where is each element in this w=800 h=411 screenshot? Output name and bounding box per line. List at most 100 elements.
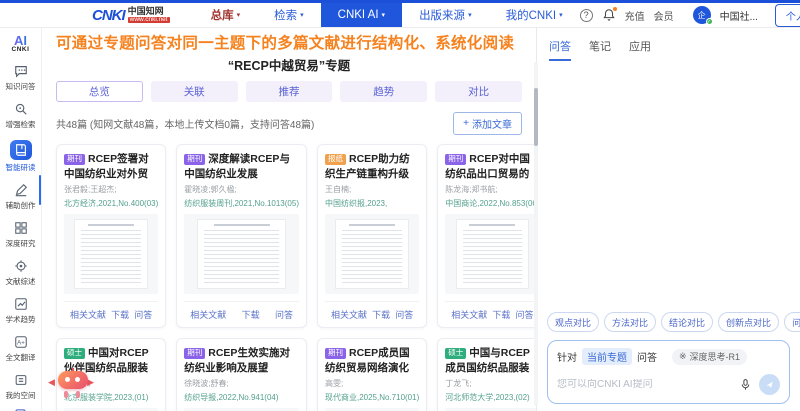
deepthink-model-chip[interactable]: ※ 深度思考-R1 bbox=[672, 349, 747, 365]
sidebar-item-label: 增强检索 bbox=[6, 119, 36, 130]
card-authors: 霍晓凌;郭久楹; bbox=[184, 184, 299, 194]
nav-menu-cnki-ai[interactable]: CNKI AI▾ bbox=[321, 3, 402, 27]
card-title: 硕士中国与RCEP成员国纺织品服装贸易效率及… bbox=[445, 346, 539, 374]
chat-icon bbox=[13, 64, 28, 79]
card-action-下载[interactable]: 下载 bbox=[242, 308, 260, 321]
grid-icon bbox=[13, 221, 28, 236]
sidebar-item-smart-reading[interactable]: 智能研读 bbox=[2, 136, 40, 177]
sidebar-item-label: 文献综述 bbox=[6, 276, 36, 287]
document-card[interactable]: 期刊RCEP成员国纺织贸易网络演化及结构分析高雯;现代商业,2025,No.71… bbox=[317, 338, 427, 411]
card-source: 北方经济,2021,No.400(03) bbox=[64, 198, 158, 208]
compare-chip-创新点对比[interactable]: 创新点对比 bbox=[718, 312, 779, 332]
topic-tab-推荐[interactable]: 推荐 bbox=[246, 81, 333, 102]
chevron-down-icon: ▾ bbox=[237, 11, 241, 19]
compare-chip-方法对比[interactable]: 方法对比 bbox=[604, 312, 656, 332]
compare-chip-观点对比[interactable]: 观点对比 bbox=[547, 312, 599, 332]
card-action-下载[interactable]: 下载 bbox=[492, 308, 510, 321]
nav-menu-zongku[interactable]: 总库▾ bbox=[194, 3, 258, 27]
compare-chips-row: 观点对比方法对比结论对比创新点对比问题对比⌄ bbox=[547, 312, 790, 332]
recharge-link[interactable]: 充值 bbox=[625, 8, 645, 23]
sidebar-item-academic-trends[interactable]: 学术趋势 bbox=[2, 293, 40, 329]
sidebar-item-full-translation[interactable]: A+全文翻译 bbox=[2, 331, 40, 367]
cnki-logo[interactable]: CNKI 中国知网 www.cnki.net bbox=[92, 7, 170, 24]
ai-question-input[interactable] bbox=[557, 379, 732, 390]
panel-tab-问答[interactable]: 问答 bbox=[549, 38, 571, 61]
sidebar-item-enhanced-search[interactable]: 增强检索 bbox=[2, 98, 40, 134]
main-scrollbar[interactable] bbox=[534, 62, 538, 406]
document-card[interactable]: 期刊RCEP生效实施对纺织业影响及展望徐晓波;舒春;纺织导报,2022,No.9… bbox=[176, 338, 307, 411]
chart-icon bbox=[13, 297, 28, 312]
card-authors: 高雯; bbox=[325, 378, 419, 388]
send-button[interactable] bbox=[759, 374, 780, 395]
composer-scope-row: 针对 当前专题 问答 ※ 深度思考-R1 bbox=[557, 348, 780, 365]
left-sidebar: AI CNKI 知识问答增强检索智能研读辅助创作深度研究文献综述学术趋势A+全文… bbox=[0, 28, 42, 411]
document-card[interactable]: 期刊RCEP签署对中国纺织业对外贸易的机遇和…张君毅;王超杰;北方经济,2021… bbox=[56, 144, 166, 328]
right-panel: 问答笔记应用 观点对比方法对比结论对比创新点对比问题对比⌄ 针对 当前专题 问答… bbox=[536, 28, 800, 411]
card-action-相关文献[interactable]: 相关文献 bbox=[451, 308, 487, 321]
robot-mascot[interactable]: ◀ ▶ bbox=[48, 368, 110, 408]
add-article-button[interactable]: + 添加文章 bbox=[453, 112, 522, 135]
nav-menu-my-cnki[interactable]: 我的CNKI▾ bbox=[489, 3, 580, 27]
card-source: 中国纺织报,2023, bbox=[325, 198, 419, 208]
nav-menu-search[interactable]: 检索▾ bbox=[257, 3, 321, 27]
panel-tab-笔记[interactable]: 笔记 bbox=[589, 38, 611, 61]
avatar[interactable]: 企 ✓ bbox=[693, 6, 711, 24]
card-title: 期刊RCEP成员国纺织贸易网络演化及结构分析 bbox=[325, 346, 419, 374]
topic-tab-总览[interactable]: 总览 bbox=[56, 81, 143, 102]
card-action-问答[interactable]: 问答 bbox=[395, 308, 413, 321]
topic-tab-对比[interactable]: 对比 bbox=[435, 81, 522, 102]
account-name[interactable]: 中国社... bbox=[720, 8, 758, 23]
compare-chip-问题对比[interactable]: 问题对比 bbox=[784, 312, 800, 332]
card-source: 中国商论,2022,No.853(06) bbox=[445, 198, 539, 208]
member-link[interactable]: 会员 bbox=[654, 8, 674, 23]
document-count-summary: 共48篇 (知网文献48篇，本地上传文档0篇，支持问答48篇) bbox=[56, 116, 314, 131]
card-action-相关文献[interactable]: 相关文献 bbox=[70, 308, 106, 321]
compare-chip-结论对比[interactable]: 结论对比 bbox=[661, 312, 713, 332]
sidebar-item-assisted-writing[interactable]: 辅助创作 bbox=[2, 179, 40, 215]
card-title: 期刊RCEP生效实施对纺织业影响及展望 bbox=[184, 346, 299, 374]
panel-tab-应用[interactable]: 应用 bbox=[629, 38, 651, 61]
card-action-问答[interactable]: 问答 bbox=[134, 308, 152, 321]
mic-icon[interactable] bbox=[739, 378, 752, 391]
sidebar-item-label: 智能研读 bbox=[6, 162, 36, 173]
personal-login-button[interactable]: 个人登录 bbox=[775, 4, 800, 27]
card-action-相关文献[interactable]: 相关文献 bbox=[331, 308, 367, 321]
card-action-相关文献[interactable]: 相关文献 bbox=[190, 308, 226, 321]
card-action-问答[interactable]: 问答 bbox=[275, 308, 293, 321]
card-action-问答[interactable]: 问答 bbox=[516, 308, 534, 321]
document-card[interactable]: 期刊深度解读RCEP与中国纺织业发展霍晓凌;郭久楹;纺织服装周刊,2021,No… bbox=[176, 144, 307, 328]
deepthink-icon: ※ bbox=[679, 351, 687, 362]
sidebar-item-label: 我的空间 bbox=[6, 390, 36, 401]
card-source: 河北师范大学,2023,(02) bbox=[445, 392, 539, 402]
sidebar-item-label: 全文翻译 bbox=[6, 352, 36, 363]
badge-newspaper: 报纸 bbox=[325, 154, 346, 166]
badge-master: 硕士 bbox=[445, 348, 466, 360]
help-icon[interactable]: ? bbox=[580, 9, 593, 22]
nav-menu-publish-sources[interactable]: 出版来源▾ bbox=[402, 3, 489, 27]
topic-tab-趋势[interactable]: 趋势 bbox=[340, 81, 427, 102]
card-authors: 徐晓波;舒春; bbox=[184, 378, 299, 388]
sidebar-item-label: 学术趋势 bbox=[6, 314, 36, 325]
card-action-下载[interactable]: 下载 bbox=[111, 308, 129, 321]
sidebar-item-deep-research[interactable]: 深度研究 bbox=[2, 217, 40, 253]
topic-tab-关联[interactable]: 关联 bbox=[151, 81, 238, 102]
chevron-down-icon: ▾ bbox=[382, 11, 386, 19]
sidebar-item-trial[interactable]: 试用 bbox=[9, 407, 33, 411]
card-actions: 相关文献下载问答 bbox=[64, 301, 158, 327]
sidebar-item-my-space[interactable]: 我的空间 bbox=[2, 369, 40, 405]
document-card[interactable]: 报纸RCEP助力纺织生产链重构升级王自楠;中国纺织报,2023,相关文献下载问答 bbox=[317, 144, 427, 328]
sidebar-item-literature-review[interactable]: 文献综述 bbox=[2, 255, 40, 291]
right-panel-bottom: 观点对比方法对比结论对比创新点对比问题对比⌄ 针对 当前专题 问答 ※ 深度思考… bbox=[547, 312, 790, 404]
card-actions: 相关文献 下载 问答 bbox=[184, 301, 299, 327]
bell-icon[interactable] bbox=[602, 8, 616, 22]
card-action-下载[interactable]: 下载 bbox=[372, 308, 390, 321]
card-actions: 相关文献下载问答 bbox=[445, 301, 539, 327]
document-card[interactable]: 硕士中国与RCEP成员国纺织品服装贸易效率及…丁龙飞;河北师范大学,2023,(… bbox=[437, 338, 547, 411]
document-thumbnail bbox=[445, 214, 539, 294]
sidebar-item-knowledge-qa[interactable]: 知识问答 bbox=[2, 60, 40, 96]
ai-composer[interactable]: 针对 当前专题 问答 ※ 深度思考-R1 bbox=[547, 340, 790, 404]
document-card[interactable]: 期刊RCEP对中国纺织品出口贸易的影响及策略…陈龙海;郑书航;中国商论,2022… bbox=[437, 144, 547, 328]
cnki-ai-page: CNKI 中国知网 www.cnki.net 总库▾检索▾CNKI AI▾出版来… bbox=[0, 0, 800, 411]
topic-tab-bar: 总览关联推荐趋势对比 bbox=[56, 81, 522, 102]
current-topic-chip[interactable]: 当前专题 bbox=[582, 348, 632, 365]
